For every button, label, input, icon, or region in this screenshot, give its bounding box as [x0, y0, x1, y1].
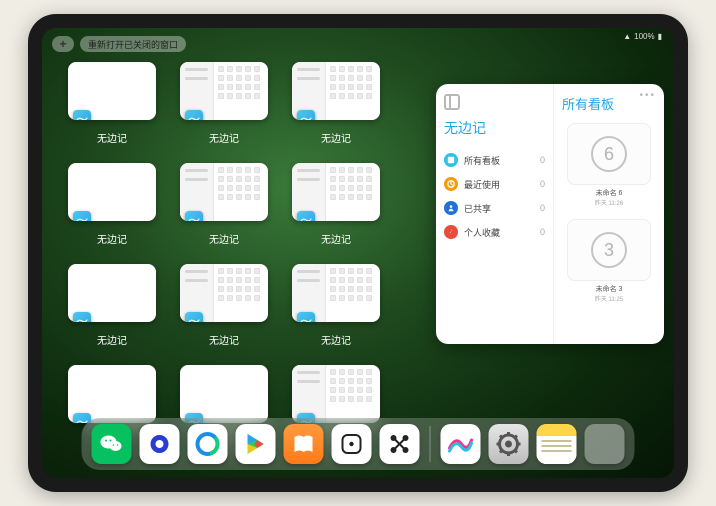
dock-app-library[interactable] [585, 424, 625, 464]
freeform-app-icon [73, 211, 91, 221]
board-date: 昨天 11:25 [595, 294, 623, 303]
menu-label: 个人收藏 [464, 226, 500, 239]
preview-panel[interactable]: ••• 无边记 所有看板0最近使用0已共享0个人收藏0 所有看板 6未命名 6昨… [436, 84, 664, 344]
menu-label: 最近使用 [464, 178, 500, 191]
window-thumbnail[interactable]: 无边记 [292, 163, 380, 246]
window-thumbnail[interactable]: 无边记 [68, 163, 156, 246]
dock-app-settings[interactable] [489, 424, 529, 464]
window-thumbnail[interactable]: 无边记 [180, 264, 268, 347]
window-thumbnail[interactable]: 无边记 [68, 62, 156, 145]
freeform-app-icon [185, 312, 203, 322]
menu-count: 0 [540, 155, 545, 165]
board-card[interactable]: 3 未命名 3昨天 11:25 [567, 219, 651, 303]
thumbnail-label: 无边记 [209, 130, 239, 145]
panel-boards: 所有看板 6未命名 6昨天 11:263未命名 3昨天 11:25 [554, 84, 664, 344]
status-bar: ▲ 100% ▮ [623, 32, 662, 41]
dock-app-qqbrowser[interactable] [188, 424, 228, 464]
panel-sidebar: 无边记 所有看板 0 最近使用 0 已共享 0 个人收藏 0 [436, 84, 554, 344]
menu-label: 已共享 [464, 202, 491, 215]
board-card[interactable]: 6 未命名 6昨天 11:26 [567, 123, 651, 207]
freeform-app-icon [185, 110, 203, 120]
dock-app-play[interactable] [236, 424, 276, 464]
dock-app-wechat[interactable] [92, 424, 132, 464]
menu-icon [444, 153, 458, 167]
freeform-app-icon [297, 110, 315, 120]
battery-icon: ▮ [658, 32, 662, 41]
window-thumbnail[interactable]: 无边记 [68, 264, 156, 347]
menu-count: 0 [540, 227, 545, 237]
thumbnail-label: 无边记 [97, 130, 127, 145]
dock-app-connect[interactable] [380, 424, 420, 464]
sidebar-menu-item[interactable]: 已共享 0 [444, 196, 545, 220]
dock [82, 418, 635, 470]
freeform-app-icon [297, 312, 315, 322]
freeform-app-icon [73, 312, 91, 322]
window-thumbnail[interactable]: 无边记 [180, 62, 268, 145]
board-name: 未命名 3 [596, 284, 623, 294]
battery-text: 100% [634, 32, 654, 41]
menu-icon [444, 201, 458, 215]
dock-divider [430, 426, 431, 462]
board-date: 昨天 11:26 [595, 198, 623, 207]
dock-app-freeform[interactable] [441, 424, 481, 464]
sidebar-menu-item[interactable]: 所有看板 0 [444, 148, 545, 172]
menu-label: 所有看板 [464, 154, 500, 167]
panel-handle[interactable]: ••• [639, 90, 656, 101]
thumbnail-label: 无边记 [97, 231, 127, 246]
dock-app-dice[interactable] [332, 424, 372, 464]
menu-icon [444, 225, 458, 239]
thumbnail-label: 无边记 [321, 231, 351, 246]
scribble-icon: 3 [591, 232, 627, 268]
scribble-icon: 6 [591, 136, 627, 172]
window-thumbnails: 无边记无边记无边记无边记无边记无边记无边记无边记无边记无边记无边记无边记 [68, 62, 428, 448]
freeform-app-icon [185, 211, 203, 221]
menu-count: 0 [540, 179, 545, 189]
screen: ▲ 100% ▮ + 重新打开已关闭的窗口 无边记无边记无边记无边记无边记无边记… [42, 28, 674, 478]
freeform-app-icon [73, 110, 91, 120]
panel-title-left: 无边记 [444, 118, 545, 138]
thumbnail-label: 无边记 [321, 130, 351, 145]
window-thumbnail[interactable]: 无边记 [292, 62, 380, 145]
thumbnail-label: 无边记 [97, 332, 127, 347]
ipad-frame: ▲ 100% ▮ + 重新打开已关闭的窗口 无边记无边记无边记无边记无边记无边记… [28, 14, 688, 492]
sidebar-menu-item[interactable]: 最近使用 0 [444, 172, 545, 196]
thumbnail-label: 无边记 [321, 332, 351, 347]
board-name: 未命名 6 [596, 188, 623, 198]
menu-count: 0 [540, 203, 545, 213]
sidebar-toggle-icon[interactable] [444, 94, 460, 110]
add-window-button[interactable]: + [52, 36, 74, 52]
dock-app-notes[interactable] [537, 424, 577, 464]
reopen-closed-window-button[interactable]: 重新打开已关闭的窗口 [80, 36, 186, 52]
wifi-icon: ▲ [623, 32, 631, 41]
thumbnail-label: 无边记 [209, 332, 239, 347]
window-thumbnail[interactable]: 无边记 [180, 163, 268, 246]
dock-app-books[interactable] [284, 424, 324, 464]
dock-app-quark[interactable] [140, 424, 180, 464]
freeform-app-icon [297, 211, 315, 221]
thumbnail-label: 无边记 [209, 231, 239, 246]
window-thumbnail[interactable]: 无边记 [292, 264, 380, 347]
sidebar-menu-item[interactable]: 个人收藏 0 [444, 220, 545, 244]
menu-icon [444, 177, 458, 191]
